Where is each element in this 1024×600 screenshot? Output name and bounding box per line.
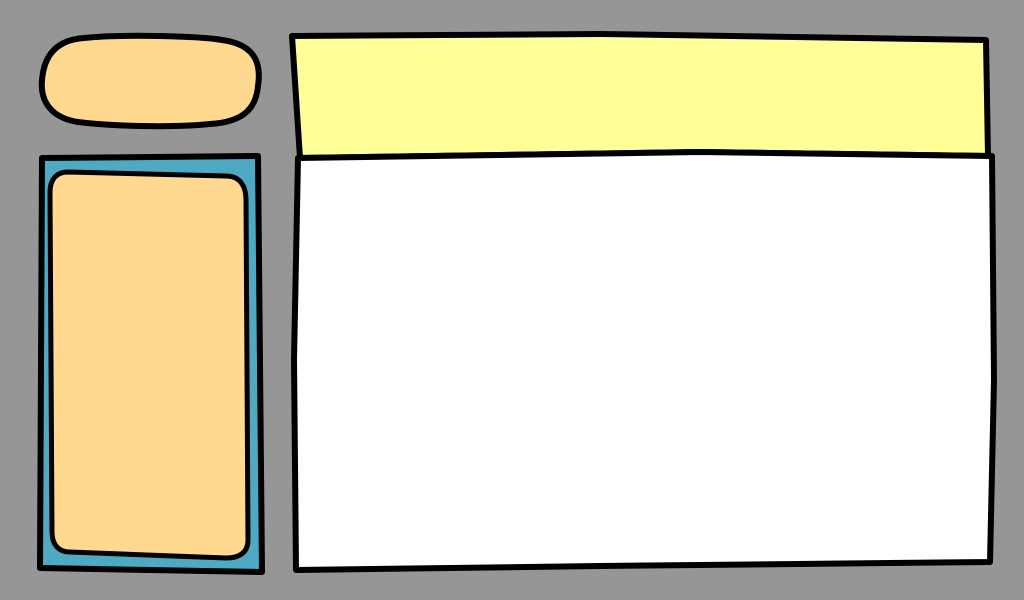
app-canvas: [0, 0, 1024, 600]
left-top-pill[interactable]: [42, 38, 260, 126]
main-content-area[interactable]: [294, 156, 992, 566]
left-panel-card[interactable]: [50, 172, 246, 558]
header-band[interactable]: [294, 34, 988, 156]
